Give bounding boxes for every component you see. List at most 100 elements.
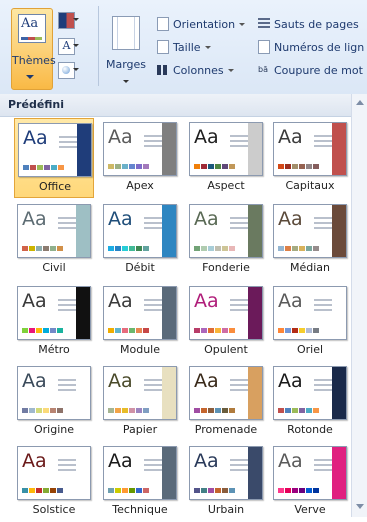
theme-tile-oriel[interactable]: Aa Oriel [270,282,350,362]
color-swatch [43,408,49,413]
size-button[interactable]: Taille [157,38,211,56]
theme-sample-text: Aa [23,127,48,149]
theme-color-swatches [194,246,236,251]
theme-tile-civil[interactable]: Aa Civil [14,200,94,280]
theme-color-swatches [278,164,320,169]
theme-preview: Aa [273,366,347,420]
theme-accent [332,123,346,175]
theme-tile-fonderie[interactable]: Aa Fonderie [186,200,266,280]
line-numbers-label: Numéros de lign [274,40,365,54]
theme-sample-lines [144,135,162,150]
color-swatch [208,246,214,251]
theme-tile-promenade[interactable]: Aa Promenade [186,362,266,442]
color-swatch [129,488,135,493]
color-swatch [299,164,305,169]
theme-sample-lines [230,379,248,394]
color-swatch [306,164,312,169]
scroll-up-icon[interactable] [356,100,364,105]
color-swatch [278,488,284,493]
orientation-button[interactable]: Orientation [157,15,246,33]
columns-button[interactable]: Colonnes [157,61,234,79]
theme-preview: Aa [189,122,263,176]
color-swatch [201,408,207,413]
theme-tile-origine[interactable]: Aa Origine [14,362,94,442]
page-breaks-button[interactable]: Sauts de pages [258,15,359,33]
color-swatch [37,165,43,170]
theme-tile-métro[interactable]: Aa Métro [14,282,94,362]
color-swatch [29,488,35,493]
theme-preview: Aa [273,122,347,176]
themes-button[interactable]: Aa Thèmes [11,8,56,90]
theme-preview: Aa [189,446,263,500]
theme-sample-lines [314,379,332,394]
theme-tile-rotonde[interactable]: Aa Rotonde [270,362,350,442]
theme-name-label: Apex [126,179,154,192]
theme-sample-text: Aa [194,290,219,312]
theme-name-label: Métro [38,343,70,356]
theme-color-swatches [23,165,65,170]
theme-tile-débit[interactable]: Aa Débit [100,200,180,280]
theme-sample-text: Aa [278,208,303,230]
color-swatch [51,165,57,170]
color-swatch [229,328,235,333]
theme-sample-lines [314,299,332,314]
color-swatch [278,328,284,333]
theme-preview: Aa [189,366,263,420]
theme-tile-solstice[interactable]: Aa Solstice [14,442,94,522]
color-swatch [208,164,214,169]
theme-tile-opulent[interactable]: Aa Opulent [186,282,266,362]
theme-sample-lines [58,217,76,232]
columns-icon [157,65,169,75]
theme-tile-technique[interactable]: Aa Technique [100,442,180,522]
theme-color-swatches [194,488,236,493]
color-swatch [23,165,29,170]
theme-tile-papier[interactable]: Aa Papier [100,362,180,442]
theme-sample-lines [144,459,162,474]
color-swatch [36,408,42,413]
margins-button[interactable]: Marges [106,8,146,88]
theme-fonts-button[interactable]: A [57,36,79,56]
color-swatch [122,246,128,251]
size-label: Taille [173,40,201,54]
color-swatch [36,328,42,333]
color-swatch [222,328,228,333]
scroll-down-icon[interactable] [356,504,364,509]
color-swatch [143,164,149,169]
theme-tile-médian[interactable]: Aa Médian [270,200,350,280]
gallery-scrollbar[interactable] [351,94,367,517]
theme-sample-text: Aa [108,450,133,472]
theme-sample-text: Aa [108,370,133,392]
columns-label: Colonnes [173,63,224,77]
theme-sample-text: Aa [108,208,133,230]
theme-colors-button[interactable] [57,10,79,30]
theme-tile-capitaux[interactable]: Aa Capitaux [270,118,350,198]
color-swatch [208,488,214,493]
theme-accent [76,447,90,499]
theme-tile-module[interactable]: Aa Module [100,282,180,362]
color-swatch [30,165,36,170]
gallery-section-header: Prédéfini [0,94,352,117]
theme-tile-office[interactable]: Aa Office [14,118,94,198]
theme-name-label: Origine [33,423,74,436]
line-numbers-button[interactable]: Numéros de lign [258,38,364,56]
theme-tile-aspect[interactable]: Aa Aspect [186,118,266,198]
color-swatch [22,328,28,333]
hyphenation-label: Coupure de mot [274,63,363,77]
color-swatch [215,408,221,413]
theme-tile-urbain[interactable]: Aa Urbain [186,442,266,522]
color-swatch [108,408,114,413]
theme-sample-lines [314,459,332,474]
theme-sample-lines [144,217,162,232]
theme-tile-apex[interactable]: Aa Apex [100,118,180,198]
hyphenation-button[interactable]: bā Coupure de mot [258,61,363,79]
theme-tile-verve[interactable]: Aa Verve [270,442,350,522]
color-swatch [194,328,200,333]
theme-name-label: Technique [112,503,168,516]
theme-preview: Aa [17,204,91,258]
theme-effects-button[interactable] [57,60,79,80]
theme-sample-text: Aa [194,126,219,148]
color-swatch [122,164,128,169]
theme-sample-text: Aa [22,208,47,230]
theme-sample-lines [314,217,332,232]
theme-sample-text: Aa [108,126,133,148]
